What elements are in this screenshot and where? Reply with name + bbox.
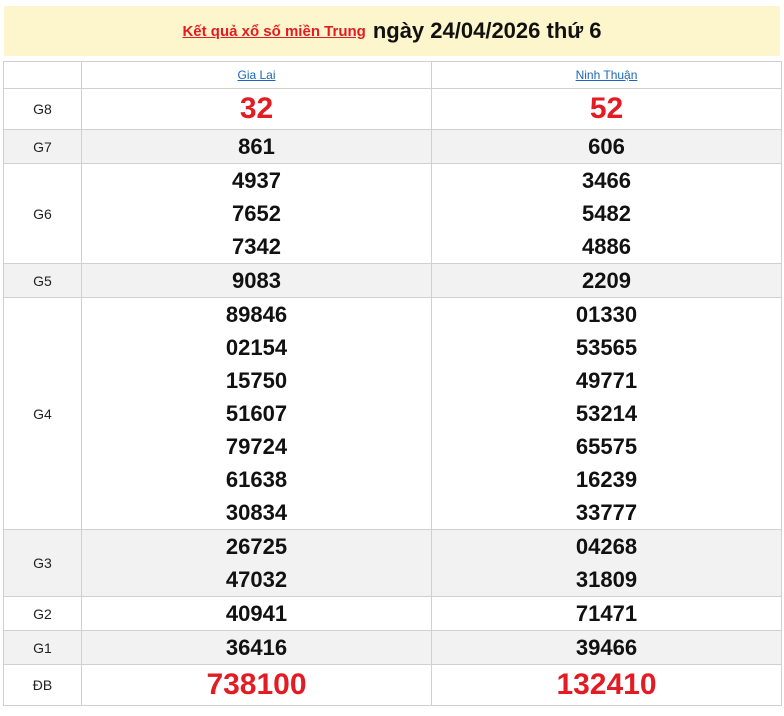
prize-number: 4937	[232, 168, 281, 193]
prize-cell: 9083	[81, 263, 432, 298]
prize-column-header	[3, 61, 82, 89]
prize-number: 3466	[582, 168, 631, 193]
table-header-row: Gia Lai Ninh Thuận	[3, 61, 782, 89]
prize-number: 9083	[232, 268, 281, 293]
prize-label: G3	[3, 529, 82, 597]
prize-number: 65575	[575, 434, 638, 459]
prize-label: G8	[3, 88, 82, 130]
prize-number: 7342	[232, 234, 281, 259]
prize-cell: 861	[81, 129, 432, 164]
prize-label: G4	[3, 297, 82, 530]
prize-number: 40941	[225, 601, 288, 626]
results-header: Kết quả xổ số miền Trung ngày 24/04/2026…	[4, 6, 780, 56]
draw-date: ngày 24/04/2026 thứ 6	[372, 18, 602, 43]
prize-cell: 2209	[431, 263, 782, 298]
prize-number: 15750	[225, 368, 288, 393]
lottery-region-link[interactable]: Kết quả xổ số miền Trung	[182, 23, 365, 40]
prize-cell: 738100	[81, 664, 432, 706]
prize-cell: 606	[431, 129, 782, 164]
prize-cell: 40941	[81, 596, 432, 631]
prize-number: 132410	[556, 668, 657, 701]
results-table: Gia Lai Ninh Thuận G8 32 52 G7 861 606 G6 4937 7…	[3, 61, 782, 706]
prize-cell: 71471	[431, 596, 782, 631]
prize-number: 36416	[225, 635, 288, 660]
prize-number: 32	[239, 92, 274, 125]
prize-number: 52	[589, 92, 624, 125]
prize-number: 861	[238, 134, 275, 159]
table-row: G6 4937 7652 7342 3466 5482 4886	[3, 163, 782, 264]
table-row: G2 40941 71471	[3, 596, 782, 631]
prize-number: 53565	[575, 335, 638, 360]
prize-cell: 52	[431, 88, 782, 130]
province-link-gia-lai[interactable]: Gia Lai	[237, 68, 275, 82]
prize-cell: 36416	[81, 630, 432, 665]
prize-number: 606	[588, 134, 625, 159]
province-link-ninh-thuan[interactable]: Ninh Thuận	[576, 68, 638, 82]
prize-number: 30834	[225, 500, 288, 525]
prize-number: 51607	[225, 401, 288, 426]
province-header-gia-lai: Gia Lai	[81, 61, 432, 89]
table-row: G4 89846 02154 15750 51607 79724 61638 30834 013…	[3, 297, 782, 530]
prize-cell: 132410	[431, 664, 782, 706]
prize-number: 738100	[206, 668, 307, 701]
prize-number: 04268	[575, 534, 638, 559]
prize-number: 49771	[575, 368, 638, 393]
prize-number: 01330	[575, 302, 638, 327]
prize-label: G1	[3, 630, 82, 665]
prize-number: 53214	[575, 401, 638, 426]
prize-label: G6	[3, 163, 82, 264]
table-row: ĐB 738100 132410	[3, 664, 782, 706]
prize-cell: 26725 47032	[81, 529, 432, 597]
prize-cell: 89846 02154 15750 51607 79724 61638 30834	[81, 297, 432, 530]
prize-number: 4886	[582, 234, 631, 259]
prize-label: G5	[3, 263, 82, 298]
table-row: G3 26725 47032 04268 31809	[3, 529, 782, 597]
prize-number: 2209	[582, 268, 631, 293]
prize-number: 39466	[575, 635, 638, 660]
prize-number: 79724	[225, 434, 288, 459]
prize-number: 7652	[232, 201, 281, 226]
prize-number: 02154	[225, 335, 288, 360]
province-header-ninh-thuan: Ninh Thuận	[431, 61, 782, 89]
prize-label: G7	[3, 129, 82, 164]
table-row: G8 32 52	[3, 88, 782, 130]
prize-cell: 39466	[431, 630, 782, 665]
prize-cell: 3466 5482 4886	[431, 163, 782, 264]
prize-number: 47032	[225, 567, 288, 592]
table-row: G1 36416 39466	[3, 630, 782, 665]
prize-cell: 32	[81, 88, 432, 130]
prize-cell: 01330 53565 49771 53214 65575 16239 33777	[431, 297, 782, 530]
prize-cell: 4937 7652 7342	[81, 163, 432, 264]
prize-label: G2	[3, 596, 82, 631]
prize-number: 31809	[575, 567, 638, 592]
prize-cell: 04268 31809	[431, 529, 782, 597]
table-row: G5 9083 2209	[3, 263, 782, 298]
prize-number: 5482	[582, 201, 631, 226]
prize-number: 89846	[225, 302, 288, 327]
prize-number: 71471	[575, 601, 638, 626]
prize-number: 61638	[225, 467, 288, 492]
prize-label: ĐB	[3, 664, 82, 706]
prize-number: 33777	[575, 500, 638, 525]
prize-number: 16239	[575, 467, 638, 492]
table-row: G7 861 606	[3, 129, 782, 164]
prize-number: 26725	[225, 534, 288, 559]
